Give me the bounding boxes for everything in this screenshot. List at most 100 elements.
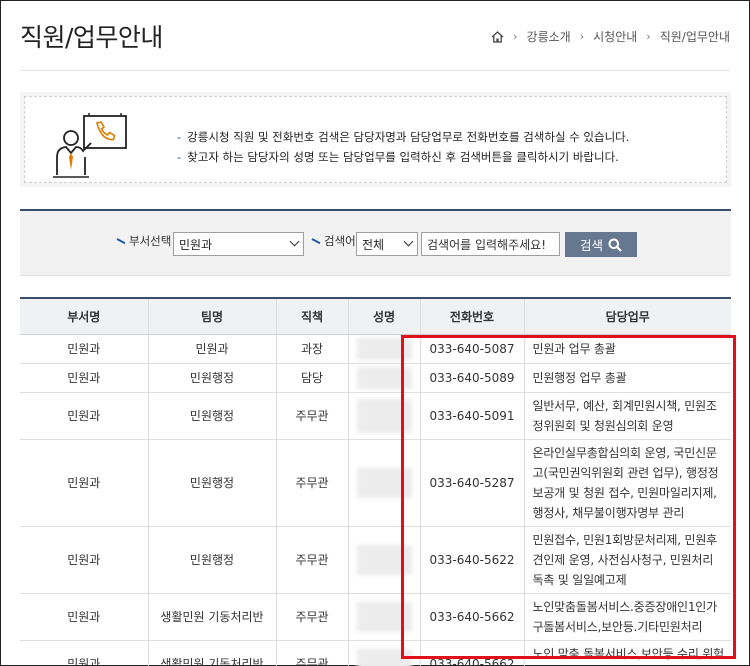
table-row: 민원과 민원행정 주무관 033-640-5287 온라인실무총합심의회 운영,… — [20, 439, 731, 527]
cell-duty: 노인맞춤돌봄서비스.중증장애인1인가구돌봄서비스,보안등.기타민원처리 — [523, 593, 731, 641]
cell-name — [347, 392, 420, 440]
cell-dept: 민원과 — [20, 392, 148, 440]
cell-duty: 온라인실무총합심의회 운영, 국민신문고(국민권익위원회 관련 업무), 행정정… — [523, 439, 731, 527]
cell-position: 과장 — [275, 334, 348, 364]
cell-team: 민원과 — [147, 334, 276, 364]
breadcrumb: › 강릉소개 › 시청안내 › 직원/업무안내 — [491, 28, 730, 45]
breadcrumb-item-current[interactable]: 직원/업무안내 — [660, 28, 730, 45]
staff-table: 부서명 팀명 직책 성명 전화번호 담당업무 민원과 민원과 과장 033-64… — [20, 297, 731, 666]
cell-phone: 033-640-5087 — [419, 334, 524, 364]
label-mark — [117, 237, 125, 245]
chevron-down-icon — [289, 236, 300, 247]
cell-dept: 민원과 — [20, 526, 148, 594]
cell-dept: 민원과 — [20, 439, 148, 527]
header-dept: 부서명 — [20, 297, 148, 335]
breadcrumb-separator: › — [646, 30, 651, 43]
cell-team: 민원행정 — [147, 439, 276, 527]
cell-name — [347, 526, 420, 594]
keyword-label: 검색어 — [312, 233, 356, 249]
magnifier-icon — [608, 238, 622, 252]
guide-inner: - 강릉시청 직원 및 전화번호 검색은 담당자명과 담당업무로 전화번호를 검색… — [24, 96, 727, 183]
header-position: 직책 — [275, 297, 348, 335]
cell-duty: 노인 맞춤 돌봄서비스,보안등 수리,위험물 처리 — [523, 640, 731, 666]
blurred-name — [356, 398, 412, 433]
cell-duty: 일반서무, 예산, 회계민원시책, 민원조정위원회 및 청원심의회 운영 — [523, 392, 731, 440]
cell-dept: 민원과 — [20, 593, 148, 641]
cell-team: 생활민원 기동처리반 — [147, 640, 276, 666]
blurred-name — [356, 337, 412, 360]
guide-text: - 강릉시청 직원 및 전화번호 검색은 담당자명과 담당업무로 전화번호를 검색… — [177, 127, 629, 167]
table-row: 민원과 생활민원 기동처리반 주무관 033-640-5662 노인 맞춤 돌봄… — [20, 640, 731, 666]
table-row: 민원과 민원행정 담당 033-640-5089 민원행정 업무 총괄 — [20, 363, 731, 393]
blurred-name — [356, 467, 412, 498]
dept-select-label: 부서선택 — [117, 233, 171, 249]
cell-phone: 033-640-5091 — [419, 392, 524, 440]
table-header-row: 부서명 팀명 직책 성명 전화번호 담당업무 — [20, 297, 731, 335]
dept-select[interactable]: 민원과 — [173, 232, 304, 256]
title-divider — [20, 70, 730, 71]
cell-dept: 민원과 — [20, 334, 148, 364]
table-row: 민원과 민원과 과장 033-640-5087 민원과 업무 총괄 — [20, 334, 731, 364]
cell-name — [347, 640, 420, 666]
cell-position: 담당 — [275, 363, 348, 393]
search-button-label: 검색 — [579, 238, 603, 253]
guide-box: - 강릉시청 직원 및 전화번호 검색은 담당자명과 담당업무로 전화번호를 검색… — [20, 92, 731, 187]
cell-position: 주무관 — [275, 526, 348, 594]
search-scope-value: 전체 — [362, 238, 385, 252]
presenter-phone-icon — [53, 111, 133, 183]
cell-phone: 033-640-5622 — [419, 526, 524, 594]
cell-phone: 033-640-5089 — [419, 363, 524, 393]
cell-phone: 033-640-5662 — [419, 640, 524, 666]
cell-dept: 민원과 — [20, 363, 148, 393]
cell-team: 생활민원 기동처리반 — [147, 593, 276, 641]
cell-position: 주무관 — [275, 392, 348, 440]
header-team: 팀명 — [147, 297, 276, 335]
blurred-name — [356, 544, 412, 575]
blurred-name — [356, 648, 412, 666]
label-mark — [312, 237, 320, 245]
breadcrumb-item-cityhall[interactable]: 시청안내 — [593, 28, 637, 45]
dept-select-value: 민원과 — [179, 238, 213, 252]
cell-duty: 민원과 업무 총괄 — [523, 334, 731, 364]
cell-name — [347, 363, 420, 393]
page-title: 직원/업무안내 — [20, 23, 163, 52]
bullet-dash: - — [177, 130, 182, 144]
guide-line: - 찾고자 하는 담당자의 성명 또는 담당업무를 입력하신 후 검색버튼을 클릭… — [177, 147, 629, 167]
cell-name — [347, 334, 420, 364]
home-icon[interactable] — [491, 30, 504, 43]
cell-phone: 033-640-5662 — [419, 593, 524, 641]
cell-duty: 민원접수, 민원1회방문처리제, 민원후견인제 운영, 사전심사청구, 민원처리… — [523, 526, 731, 594]
blurred-name — [356, 601, 412, 632]
cell-name — [347, 593, 420, 641]
bullet-dash: - — [177, 150, 182, 164]
cell-position: 주무관 — [275, 640, 348, 666]
header-name: 성명 — [347, 297, 420, 335]
keyword-label-text: 검색어 — [324, 234, 356, 248]
search-panel: 부서선택 민원과 검색어 전체 검색어를 입력해주세요! 검색 — [20, 209, 731, 276]
cell-dept: 민원과 — [20, 640, 148, 666]
cell-name — [347, 439, 420, 527]
table-row: 민원과 민원행정 주무관 033-640-5622 민원접수, 민원1회방문처리… — [20, 526, 731, 594]
table-row: 민원과 민원행정 주무관 033-640-5091 일반서무, 예산, 회계민원… — [20, 392, 731, 440]
cell-team: 민원행정 — [147, 392, 276, 440]
cell-team: 민원행정 — [147, 526, 276, 594]
header-duty: 담당업무 — [523, 297, 731, 335]
cell-team: 민원행정 — [147, 363, 276, 393]
guide-line-text: 강릉시청 직원 및 전화번호 검색은 담당자명과 담당업무로 전화번호를 검색하… — [187, 130, 630, 144]
breadcrumb-item-gangneung[interactable]: 강릉소개 — [527, 28, 571, 45]
guide-line-text: 찾고자 하는 담당자의 성명 또는 담당업무를 입력하신 후 검색버튼을 클릭하… — [187, 150, 619, 164]
breadcrumb-separator: › — [513, 30, 518, 43]
cell-duty: 민원행정 업무 총괄 — [523, 363, 731, 393]
search-input[interactable]: 검색어를 입력해주세요! — [421, 232, 560, 256]
guide-line: - 강릉시청 직원 및 전화번호 검색은 담당자명과 담당업무로 전화번호를 검색… — [177, 127, 629, 147]
cell-position: 주무관 — [275, 439, 348, 527]
search-button[interactable]: 검색 — [565, 232, 637, 257]
breadcrumb-separator: › — [579, 30, 585, 43]
dept-select-label-text: 부서선택 — [129, 234, 172, 248]
search-scope-select[interactable]: 전체 — [356, 232, 418, 256]
blurred-name — [356, 366, 412, 389]
table-row: 민원과 생활민원 기동처리반 주무관 033-640-5662 노인맞춤돌봄서비… — [20, 593, 731, 641]
cell-position: 주무관 — [275, 593, 348, 641]
header-phone: 전화번호 — [419, 297, 524, 335]
cell-phone: 033-640-5287 — [419, 439, 524, 527]
